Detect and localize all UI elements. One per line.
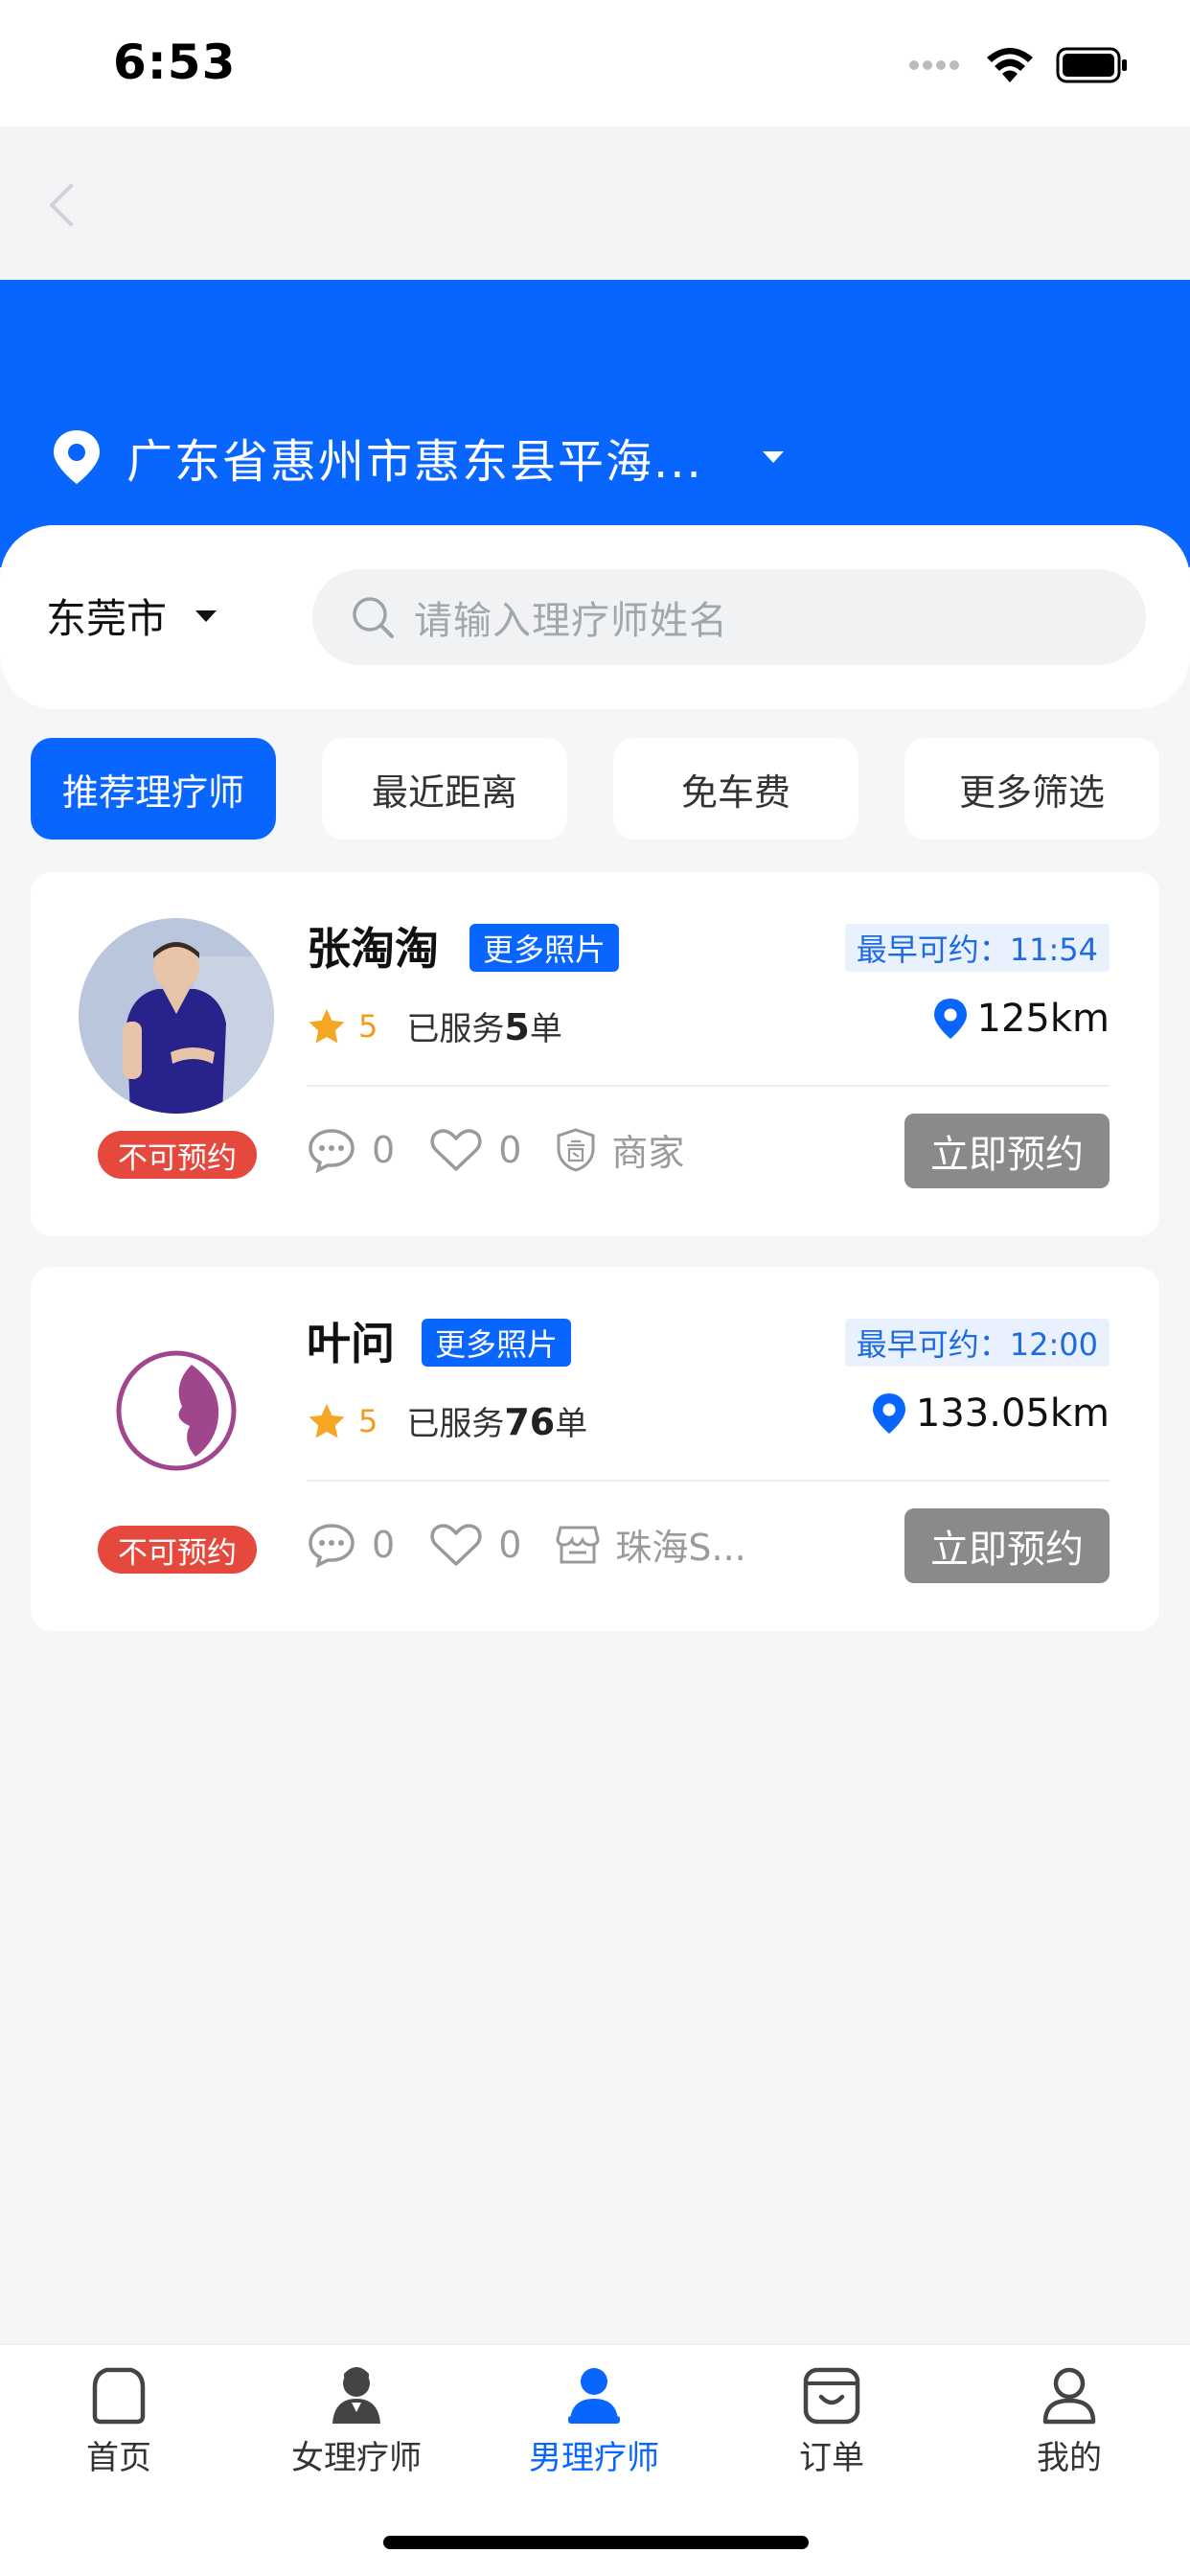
heart-icon[interactable] bbox=[429, 1127, 483, 1173]
tab-label: 男理疗师 bbox=[529, 2439, 659, 2477]
search-panel: 东莞市 请输入理疗师姓名 bbox=[0, 525, 1190, 709]
profile-icon bbox=[1042, 2367, 1096, 2425]
therapist-card[interactable]: 不可预约 张淘淘 更多照片 最早可约：11:54 5 已服务5单 125km 0… bbox=[31, 872, 1159, 1236]
tab-profile[interactable]: 我的 bbox=[950, 2364, 1188, 2478]
tab-label: 我的 bbox=[1037, 2439, 1102, 2477]
distance: 133.05km bbox=[870, 1392, 1110, 1436]
battery-icon bbox=[1056, 47, 1127, 83]
search-icon bbox=[353, 597, 394, 638]
city-label: 东莞市 bbox=[46, 595, 168, 642]
location-pin-icon bbox=[54, 430, 100, 484]
unavailable-badge: 不可预约 bbox=[98, 1131, 257, 1179]
star-icon bbox=[309, 1008, 345, 1043]
distance-value: 133.05km bbox=[915, 1392, 1110, 1436]
therapist-name: 叶问 bbox=[307, 1318, 395, 1369]
comment-count: 0 bbox=[372, 1523, 396, 1566]
location-header: 广东省惠州市惠东县平海... bbox=[0, 280, 1190, 567]
meta-row: 0 0 珠海S... bbox=[307, 1518, 746, 1571]
filter-bar: 推荐理疗师 最近距离 免车费 更多筛选 bbox=[31, 738, 1159, 840]
rating-row: 5 已服务76单 bbox=[307, 1397, 587, 1444]
location-pin-icon bbox=[933, 999, 967, 1039]
divider bbox=[307, 1480, 1110, 1482]
filter-more[interactable]: 更多筛选 bbox=[904, 738, 1159, 840]
therapist-name: 张淘淘 bbox=[307, 923, 439, 975]
order-icon bbox=[803, 2367, 860, 2425]
star-icon bbox=[309, 1403, 345, 1438]
chevron-down-icon bbox=[762, 451, 784, 463]
earliest-time-badge: 最早可约：11:54 bbox=[844, 924, 1110, 972]
served-count: 已服务76单 bbox=[406, 1401, 588, 1443]
status-time: 6:53 bbox=[113, 34, 237, 90]
city-selector[interactable]: 东莞市 bbox=[46, 586, 218, 645]
tab-orders[interactable]: 订单 bbox=[713, 2364, 950, 2478]
location-text: 广东省惠州市惠东县平海... bbox=[126, 435, 703, 489]
tab-label: 首页 bbox=[86, 2439, 151, 2477]
tab-label: 订单 bbox=[799, 2439, 864, 2477]
wifi-icon bbox=[987, 48, 1033, 82]
search-input[interactable]: 请输入理疗师姓名 bbox=[312, 569, 1146, 665]
tab-label: 女理疗师 bbox=[291, 2439, 422, 2477]
served-count: 已服务5单 bbox=[406, 1006, 562, 1048]
rating-value: 5 bbox=[358, 1007, 378, 1045]
comment-count: 0 bbox=[372, 1128, 396, 1171]
nav-bar bbox=[0, 126, 1190, 280]
location-pin-icon bbox=[872, 1393, 905, 1434]
merchant-shield-icon bbox=[557, 1127, 595, 1172]
home-indicator bbox=[383, 2536, 809, 2549]
distance-value: 125km bbox=[976, 997, 1110, 1041]
female-therapist-icon bbox=[332, 2367, 380, 2424]
comment-icon[interactable] bbox=[307, 1127, 356, 1173]
shop-name: 珠海S... bbox=[615, 1527, 746, 1569]
male-therapist-icon bbox=[568, 2368, 620, 2424]
distance: 125km bbox=[931, 997, 1110, 1041]
meta-row: 0 0 商家 bbox=[307, 1123, 684, 1176]
shop-name: 商家 bbox=[611, 1132, 685, 1174]
unavailable-badge: 不可预约 bbox=[98, 1526, 257, 1574]
tab-home[interactable]: 首页 bbox=[0, 2364, 238, 2478]
status-bar: 6:53 bbox=[0, 0, 1190, 126]
avatar bbox=[79, 918, 274, 1114]
rating-value: 5 bbox=[358, 1402, 378, 1439]
filter-nearest[interactable]: 最近距离 bbox=[322, 738, 567, 840]
tab-male-therapist[interactable]: 男理疗师 bbox=[475, 2364, 713, 2478]
status-icons bbox=[908, 46, 1129, 84]
more-photos-button[interactable]: 更多照片 bbox=[422, 1319, 572, 1367]
heart-icon[interactable] bbox=[429, 1522, 483, 1568]
comment-icon[interactable] bbox=[307, 1522, 356, 1568]
filter-free-travel[interactable]: 免车费 bbox=[613, 738, 858, 840]
tab-female-therapist[interactable]: 女理疗师 bbox=[238, 2364, 475, 2478]
book-now-button[interactable]: 立即预约 bbox=[904, 1508, 1110, 1583]
like-count: 0 bbox=[498, 1128, 522, 1171]
search-placeholder: 请输入理疗师姓名 bbox=[414, 599, 728, 643]
book-now-button[interactable]: 立即预约 bbox=[904, 1114, 1110, 1188]
home-icon bbox=[92, 2367, 146, 2425]
filter-recommended[interactable]: 推荐理疗师 bbox=[31, 738, 276, 840]
store-icon bbox=[556, 1526, 600, 1563]
back-icon[interactable] bbox=[42, 182, 80, 228]
earliest-time-badge: 最早可约：12:00 bbox=[844, 1319, 1110, 1367]
more-photos-button[interactable]: 更多照片 bbox=[469, 924, 620, 972]
avatar bbox=[79, 1313, 274, 1508]
location-selector[interactable]: 广东省惠州市惠东县平海... bbox=[50, 424, 786, 491]
chevron-down-icon bbox=[195, 610, 217, 622]
divider bbox=[307, 1085, 1110, 1087]
rating-row: 5 已服务5单 bbox=[307, 1002, 562, 1049]
therapist-card[interactable]: 不可预约 叶问 更多照片 最早可约：12:00 5 已服务76单 133.05k… bbox=[31, 1267, 1159, 1631]
like-count: 0 bbox=[498, 1523, 522, 1566]
signal-icon bbox=[909, 60, 959, 70]
